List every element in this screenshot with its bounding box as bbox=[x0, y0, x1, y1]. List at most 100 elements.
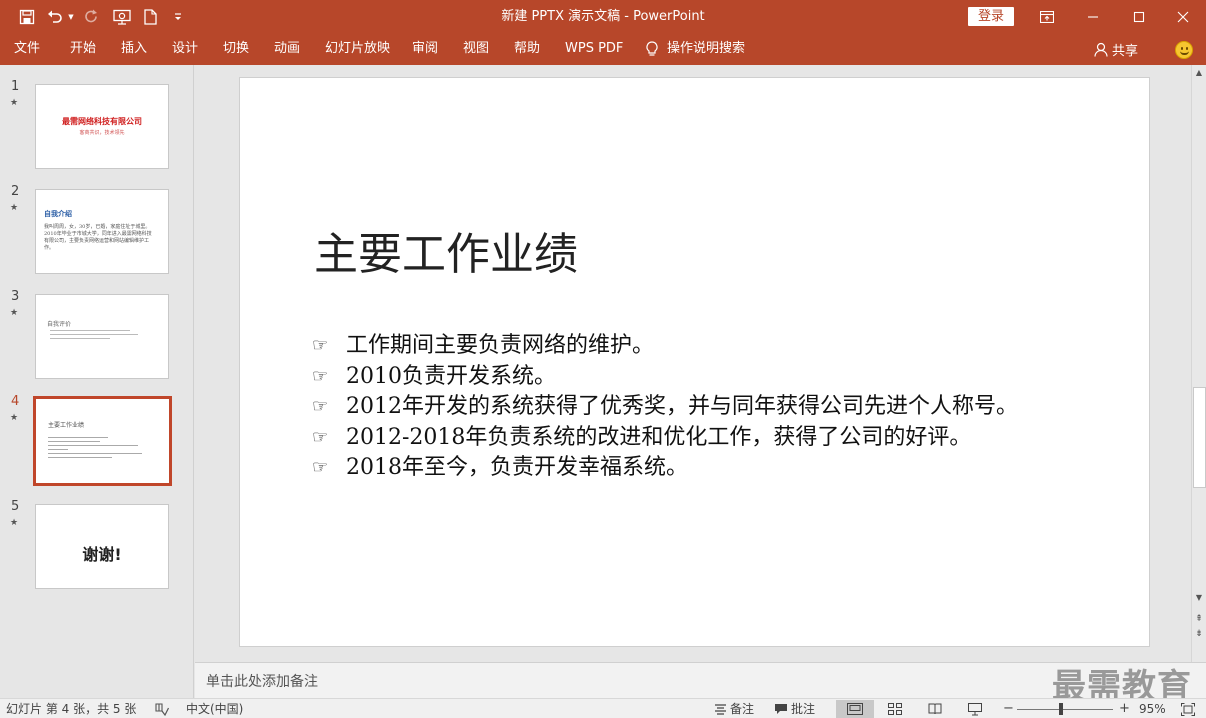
scroll-up-icon[interactable]: ▲ bbox=[1192, 66, 1206, 80]
reading-view-icon bbox=[928, 703, 942, 715]
thumbnail-title: 最需网络科技有限公司 bbox=[62, 117, 142, 126]
slide-thumbnail-pane: 1 ★ 最需网络科技有限公司 客商共识，技术领先 2 ★ 自我介绍 我叫周周，女… bbox=[0, 65, 194, 698]
zoom-slider-track[interactable] bbox=[1017, 709, 1113, 710]
ribbon-tabs: 文件 开始 插入 设计 切换 动画 幻灯片放映 审阅 视图 帮助 WPS PDF… bbox=[0, 33, 1206, 65]
tab-animations[interactable]: 动画 bbox=[274, 33, 300, 65]
tab-transitions[interactable]: 切换 bbox=[223, 33, 249, 65]
slide-thumbnail-1[interactable]: 最需网络科技有限公司 客商共识，技术领先 bbox=[35, 84, 169, 169]
undo-icon[interactable] bbox=[44, 0, 66, 33]
bullet-item: ☞ 2012-2018年负责系统的改进和优化工作，获得了公司的好评。 bbox=[312, 423, 1042, 454]
login-button[interactable]: 登录 bbox=[968, 7, 1014, 26]
current-slide[interactable]: 主要工作业绩 ☞ 工作期间主要负责网络的维护。 ☞ 2010负责开发系统。 ☞ 201… bbox=[239, 77, 1150, 647]
minimize-icon[interactable] bbox=[1070, 0, 1116, 33]
tab-review[interactable]: 审阅 bbox=[412, 33, 438, 65]
comment-icon bbox=[775, 704, 787, 714]
lightbulb-icon bbox=[646, 41, 658, 56]
close-icon[interactable] bbox=[1160, 0, 1206, 33]
thumbnail-title: 自我介绍 bbox=[44, 210, 72, 218]
tab-insert[interactable]: 插入 bbox=[121, 33, 147, 65]
tab-wps-pdf[interactable]: WPS PDF bbox=[565, 33, 623, 65]
animation-star-icon: ★ bbox=[10, 308, 19, 318]
bullet-text: 2012年开发的系统获得了优秀奖，并与同年获得公司先进个人称号。 bbox=[346, 394, 1018, 419]
notes-toggle[interactable]: 备注 bbox=[714, 699, 754, 718]
zoom-out-button[interactable]: − bbox=[1003, 699, 1014, 718]
tab-file[interactable]: 文件 bbox=[14, 33, 40, 65]
thumbnail-number: 2 bbox=[11, 184, 20, 199]
save-icon[interactable] bbox=[12, 0, 42, 33]
tell-me-label: 操作说明搜索 bbox=[667, 41, 746, 56]
share-label: 共享 bbox=[1112, 43, 1139, 59]
bullet-text: 2018年至今，负责开发幸福系统。 bbox=[346, 455, 688, 480]
maximize-icon[interactable] bbox=[1116, 0, 1162, 33]
thumbnail-title: 自我评价 bbox=[47, 321, 72, 328]
slideshow-button[interactable] bbox=[956, 700, 994, 718]
thumbnail-title: 主要工作业绩 bbox=[48, 422, 85, 429]
thumbnail-subtitle: 客商共识，技术领先 bbox=[79, 130, 125, 136]
thumbnail-number: 1 bbox=[11, 79, 20, 94]
slide-title[interactable]: 主要工作业绩 bbox=[314, 218, 578, 282]
scrollbar-thumb[interactable] bbox=[1193, 387, 1206, 488]
tab-design[interactable]: 设计 bbox=[172, 33, 198, 65]
present-from-start-icon[interactable] bbox=[110, 0, 134, 33]
thumbnail-text-line bbox=[48, 449, 68, 450]
vertical-scrollbar[interactable]: ▲ ▼ ⇞ ⇟ bbox=[1191, 65, 1206, 662]
tab-home[interactable]: 开始 bbox=[70, 33, 96, 65]
slide-sorter-button[interactable] bbox=[876, 700, 914, 718]
tab-help[interactable]: 帮助 bbox=[514, 33, 540, 65]
normal-view-button[interactable] bbox=[836, 700, 874, 718]
comments-label: 批注 bbox=[791, 702, 816, 716]
ribbon-display-options-icon[interactable] bbox=[1024, 0, 1070, 33]
normal-view-icon bbox=[847, 703, 863, 715]
status-bar: 幻灯片 第 4 张，共 5 张 中文(中国) 备注 批注 − + 95% bbox=[0, 698, 1206, 718]
thumbnail-text-line bbox=[48, 441, 100, 442]
pointing-hand-icon: ☞ bbox=[312, 335, 329, 356]
spell-check-icon[interactable] bbox=[155, 699, 169, 718]
notes-label: 备注 bbox=[730, 702, 755, 716]
customize-toolbar-icon[interactable] bbox=[170, 0, 186, 33]
tab-slideshow[interactable]: 幻灯片放映 bbox=[325, 33, 390, 65]
slide-content[interactable]: ☞ 工作期间主要负责网络的维护。 ☞ 2010负责开发系统。 ☞ 2012年开发的系统… bbox=[312, 331, 1042, 484]
redo-icon[interactable] bbox=[80, 0, 102, 33]
title-bar: ▼ 新建 PPTX 演示文稿 - PowerPoint 登录 bbox=[0, 0, 1206, 33]
slide-thumbnail-2[interactable]: 自我介绍 我叫周周，女，30岁，已婚，家庭住址于城里。2010年毕业于市城大学，… bbox=[35, 189, 169, 274]
thumbnail-text-line bbox=[48, 457, 112, 458]
undo-dropdown-icon[interactable]: ▼ bbox=[66, 0, 76, 33]
zoom-slider-knob[interactable] bbox=[1059, 703, 1063, 715]
zoom-in-button[interactable]: + bbox=[1119, 699, 1130, 718]
pointing-hand-icon: ☞ bbox=[312, 365, 329, 387]
slide-thumbnail-5[interactable]: 谢谢! bbox=[35, 504, 169, 589]
pointing-hand-icon: ☞ bbox=[312, 457, 329, 478]
tab-view[interactable]: 视图 bbox=[463, 33, 489, 65]
slideshow-icon bbox=[968, 702, 982, 715]
zoom-level[interactable]: 95% bbox=[1139, 699, 1166, 718]
next-slide-icon[interactable]: ⇟ bbox=[1192, 627, 1206, 641]
animation-star-icon: ★ bbox=[10, 203, 19, 213]
thumbnail-text-line bbox=[48, 437, 108, 438]
previous-slide-icon[interactable]: ⇞ bbox=[1192, 612, 1206, 626]
thumbnail-text-line bbox=[50, 338, 110, 339]
bullet-item: ☞ 2010负责开发系统。 bbox=[312, 362, 1042, 393]
bullet-text: 工作期间主要负责网络的维护。 bbox=[346, 333, 655, 358]
thumbnail-text-line bbox=[50, 334, 138, 335]
share-button[interactable]: 共享 bbox=[1094, 33, 1138, 65]
notes-placeholder[interactable]: 单击此处添加备注 bbox=[206, 671, 318, 691]
thumbnail-text-line bbox=[50, 330, 130, 331]
slide-counter: 幻灯片 第 4 张，共 5 张 bbox=[6, 702, 137, 716]
slide-thumbnail-3[interactable]: 自我评价 bbox=[35, 294, 169, 379]
scroll-down-icon[interactable]: ▼ bbox=[1192, 591, 1206, 605]
comments-toggle[interactable]: 批注 bbox=[774, 699, 815, 718]
reading-view-button[interactable] bbox=[916, 700, 954, 718]
bullet-text: 2012-2018年负责系统的改进和优化工作，获得了公司的好评。 bbox=[346, 424, 972, 450]
language-indicator[interactable]: 中文(中国) bbox=[186, 699, 243, 718]
smiley-feedback-icon[interactable] bbox=[1175, 41, 1193, 59]
fit-to-window-icon[interactable] bbox=[1181, 699, 1195, 718]
thumbnail-body: 我叫周周，女，30岁，已婚，家庭住址于城里。2010年毕业于市城大学，同年进入最… bbox=[44, 224, 152, 251]
bullet-item: ☞ 2018年至今，负责开发幸福系统。 bbox=[312, 453, 1042, 484]
thumbnail-number: 3 bbox=[11, 289, 20, 304]
bullet-item: ☞ 工作期间主要负责网络的维护。 bbox=[312, 331, 1042, 362]
tell-me-search[interactable]: 操作说明搜索 bbox=[646, 33, 745, 65]
slide-thumbnail-4[interactable]: 主要工作业绩 bbox=[33, 396, 172, 486]
new-document-icon[interactable] bbox=[140, 0, 160, 33]
notes-icon bbox=[715, 704, 726, 715]
thumbnail-title: 谢谢! bbox=[82, 545, 122, 564]
